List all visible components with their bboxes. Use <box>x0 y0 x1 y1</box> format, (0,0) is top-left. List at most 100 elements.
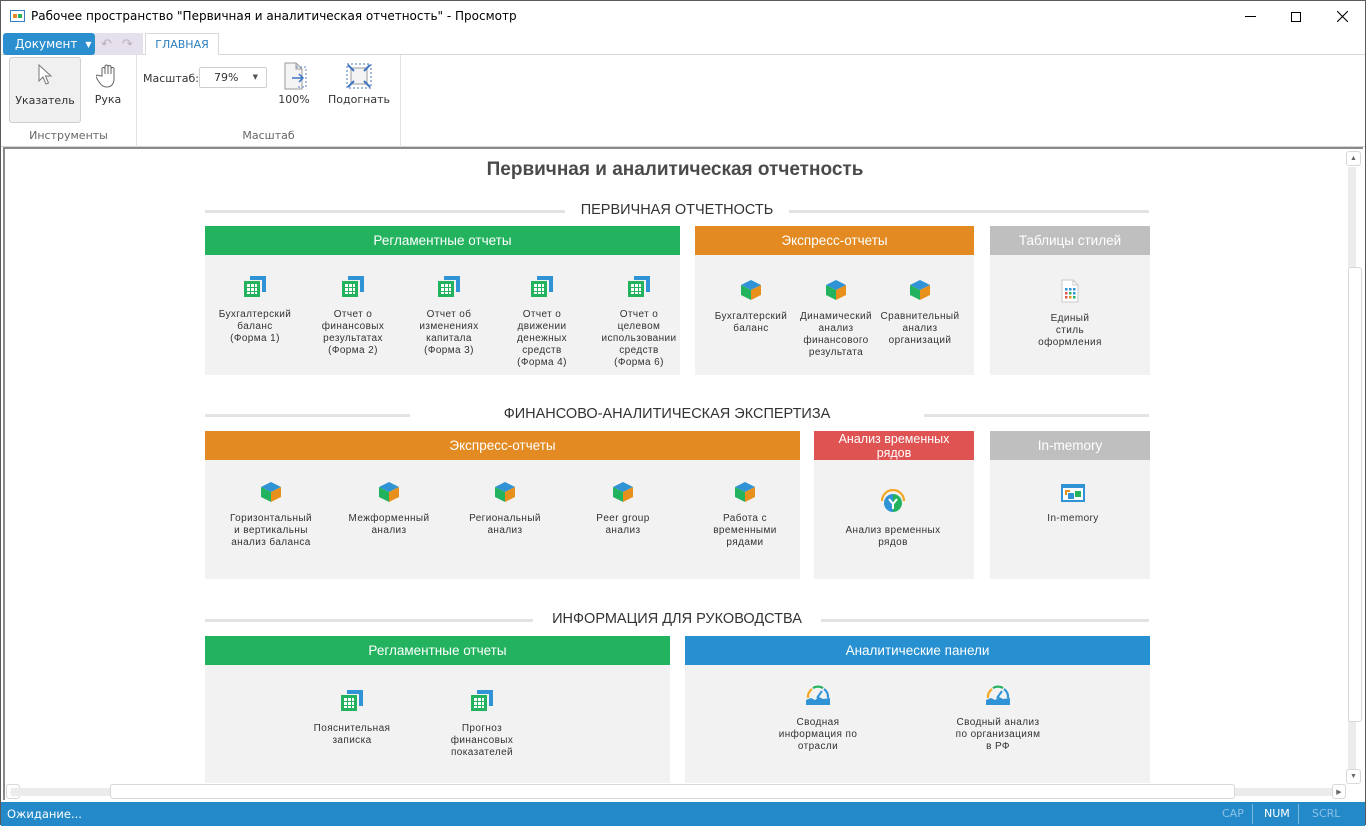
time-series-clock-icon <box>880 488 906 519</box>
scale-group-label: Масштаб <box>242 129 295 142</box>
hand-tool-button[interactable]: Рука <box>85 57 131 123</box>
report-item[interactable]: Сводный анализ по организациям в РФ <box>938 683 1058 753</box>
pointer-tool-label: Указатель <box>15 94 75 107</box>
report-item-label: Бухгалтерский баланс (Форма 1) <box>218 309 292 344</box>
scroll-right-arrow-icon[interactable]: ▶ <box>1332 784 1346 799</box>
panel-header: In-memory <box>990 431 1150 460</box>
pointer-tool-button[interactable]: Указатель <box>9 57 81 123</box>
close-button[interactable] <box>1319 1 1365 32</box>
zoom-select[interactable]: 79% ▼ <box>199 67 267 88</box>
ribbon-group-tools: Указатель Рука Инструменты <box>1 55 137 147</box>
document-menu-label: Документ <box>15 37 78 51</box>
cube-icon <box>612 481 634 507</box>
maximize-button[interactable] <box>1273 1 1319 32</box>
panel-header: Анализ временных рядов <box>814 431 974 460</box>
num-lock-indicator: NUM <box>1264 807 1290 820</box>
undo-icon[interactable]: ↶ <box>101 36 112 52</box>
cube-icon <box>734 481 756 507</box>
vertical-scrollbar[interactable]: ▲ ▼ <box>1345 149 1363 787</box>
spreadsheet-icon <box>470 689 494 717</box>
report-item-label: Прогноз финансовых показателей <box>450 723 514 758</box>
panel-header: Таблицы стилей <box>990 226 1150 255</box>
document-viewport[interactable]: Первичная и аналитическая отчетность ПЕР… <box>3 147 1363 800</box>
close-icon <box>1336 11 1348 22</box>
actual-size-icon <box>284 62 307 90</box>
scroll-lock-indicator: SCRL <box>1312 807 1341 820</box>
report-item[interactable]: Региональный анализ <box>445 481 565 537</box>
vertical-scroll-thumb[interactable] <box>1348 267 1362 722</box>
fit-label: Подогнать <box>328 93 390 106</box>
report-item[interactable]: Сравнительный анализ организаций <box>860 279 980 347</box>
maximize-icon <box>1291 11 1301 22</box>
minimize-button[interactable] <box>1227 1 1273 32</box>
panel-header: Регламентные отчеты <box>205 226 680 255</box>
report-item-label: Работа с временными рядами <box>713 513 777 548</box>
hand-icon <box>96 64 115 88</box>
report-item[interactable]: Отчет о целевом использовании средств (Ф… <box>579 275 699 369</box>
horizontal-scrollbar[interactable]: ◀ ▶ <box>5 783 1347 800</box>
report-item[interactable]: Межформенный анализ <box>329 481 449 537</box>
style-sheet-icon <box>1060 279 1080 307</box>
ribbon-panel: Указатель Рука Инструменты Масштаб Масшт… <box>1 55 1365 147</box>
window-title: Рабочее пространство "Первичная и аналит… <box>31 9 517 23</box>
title-bar: Рабочее пространство "Первичная и аналит… <box>1 1 1365 32</box>
report-item-label: Отчет о движении денежных средств (Форма… <box>517 309 567 368</box>
scroll-up-arrow-icon[interactable]: ▲ <box>1346 151 1361 166</box>
spreadsheet-icon <box>243 275 267 303</box>
panel-dashboards: Аналитические панели <box>685 636 1150 786</box>
report-item-label: Горизонтальный и вертикальны анализ бала… <box>230 513 312 548</box>
report-item[interactable]: Работа с временными рядами <box>685 481 805 549</box>
ribbon-tab-row: Документ ▼ ↶ ↷ ГЛАВНАЯ <box>1 32 1365 56</box>
spreadsheet-icon <box>340 689 364 717</box>
panel-header: Экспресс-отчеты <box>205 431 800 460</box>
redo-icon[interactable]: ↷ <box>122 36 133 52</box>
application-window: Рабочее пространство "Первичная и аналит… <box>0 0 1366 826</box>
report-item[interactable]: Единый стиль оформления <box>1010 279 1130 349</box>
report-item-label: Peer group анализ <box>596 513 650 536</box>
report-item-label: Региональный анализ <box>469 513 541 536</box>
cube-icon <box>740 279 762 305</box>
report-item[interactable]: Анализ временных рядов <box>833 488 953 549</box>
panel-header: Регламентные отчеты <box>205 636 670 665</box>
report-item-label: Отчет о целевом использовании средств (Ф… <box>601 309 677 368</box>
minimize-icon <box>1244 16 1256 17</box>
zoom-label: Масштаб: <box>143 72 199 85</box>
spreadsheet-icon <box>437 275 461 303</box>
horizontal-scroll-thumb[interactable] <box>110 784 1235 799</box>
actual-size-button[interactable]: 100% <box>273 61 315 121</box>
page-title: Первичная и аналитическая отчетность <box>486 159 864 180</box>
report-item[interactable]: Прогноз финансовых показателей <box>422 689 542 759</box>
workspace-page: Первичная и аналитическая отчетность ПЕР… <box>5 149 1345 789</box>
document-menu-button[interactable]: Документ ▼ <box>3 33 95 55</box>
cube-icon <box>825 279 847 305</box>
fit-page-icon <box>346 63 372 89</box>
report-item[interactable]: Пояснительная записка <box>292 689 412 747</box>
fit-button[interactable]: Подогнать <box>323 61 395 121</box>
chevron-down-icon: ▼ <box>252 73 258 81</box>
report-item[interactable]: Горизонтальный и вертикальны анализ бала… <box>211 481 331 549</box>
status-text: Ожидание... <box>7 807 82 821</box>
cube-icon <box>378 481 400 507</box>
report-item-label: Сводный анализ по организациям в РФ <box>955 717 1041 752</box>
report-item-label: Сравнительный анализ организаций <box>880 311 960 346</box>
report-item[interactable]: Сводная информация по отрасли <box>758 683 878 753</box>
report-item-label: Отчет о финансовых результатах (Форма 2) <box>321 309 385 356</box>
scroll-down-arrow-icon[interactable]: ▼ <box>1346 769 1361 784</box>
quick-access-toolbar: ↶ ↷ <box>95 33 143 55</box>
report-item-label: Отчет об изменениях капитала (Форма 3) <box>419 309 479 356</box>
hand-tool-label: Рука <box>94 93 122 106</box>
section-title-primary: ПЕРВИЧНАЯ ОТЧЕТНОСТЬ <box>565 202 789 218</box>
cube-icon <box>494 481 516 507</box>
zoom-value: 79% <box>214 71 239 84</box>
spreadsheet-icon <box>341 275 365 303</box>
actual-size-label: 100% <box>278 93 310 106</box>
spreadsheet-icon <box>627 275 651 303</box>
report-item-label: Межформенный анализ <box>348 513 430 536</box>
panel-header: Экспресс-отчеты <box>695 226 974 255</box>
tab-main[interactable]: ГЛАВНАЯ <box>145 33 219 56</box>
report-item[interactable]: Peer group анализ <box>563 481 683 537</box>
report-item[interactable]: In-memory <box>1013 483 1133 525</box>
cube-icon <box>909 279 931 305</box>
in-memory-window-icon <box>1060 483 1086 507</box>
cube-icon <box>260 481 282 507</box>
